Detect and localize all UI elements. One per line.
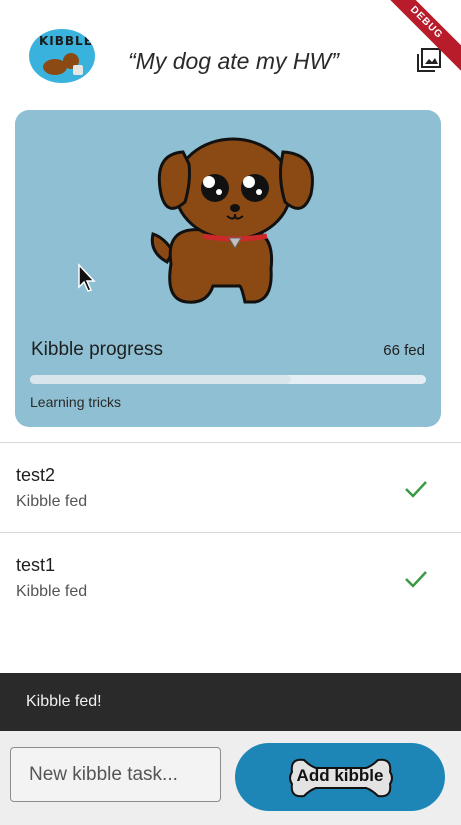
snackbar: Kibble fed! — [0, 673, 461, 731]
fed-count: 66 fed — [383, 342, 425, 359]
progress-subtitle: Learning tricks — [30, 394, 122, 410]
snackbar-text: Kibble fed! — [26, 693, 102, 710]
app-bar: KIBBLE “My dog ate my HW” DEBUG — [0, 0, 461, 105]
list-item[interactable]: test2 Kibble fed — [0, 443, 461, 533]
photo-library-icon[interactable] — [416, 47, 442, 73]
progress-bar-fill — [30, 375, 292, 384]
progress-label: Kibble progress — [31, 339, 164, 360]
kibble-logo: KIBBLE — [29, 29, 95, 83]
new-task-input[interactable] — [10, 747, 221, 802]
add-kibble-button[interactable]: Add kibble — [235, 743, 445, 811]
check-icon — [405, 571, 427, 588]
add-kibble-label: Add kibble — [296, 766, 384, 785]
task-title: test1 — [16, 555, 56, 575]
mouse-cursor-icon — [78, 263, 96, 292]
dog-illustration — [150, 137, 314, 304]
task-subtitle: Kibble fed — [16, 583, 88, 600]
logo-dog-icon — [43, 53, 83, 75]
task-subtitle: Kibble fed — [16, 493, 88, 510]
task-title: test2 — [16, 465, 56, 485]
app-title: “My dog ate my HW” — [128, 48, 339, 74]
progress-bar — [30, 375, 426, 384]
progress-card: Kibble progress 66 fed Learning tricks — [15, 110, 441, 427]
check-icon — [405, 481, 427, 498]
list-item[interactable]: test1 Kibble fed — [0, 533, 461, 623]
